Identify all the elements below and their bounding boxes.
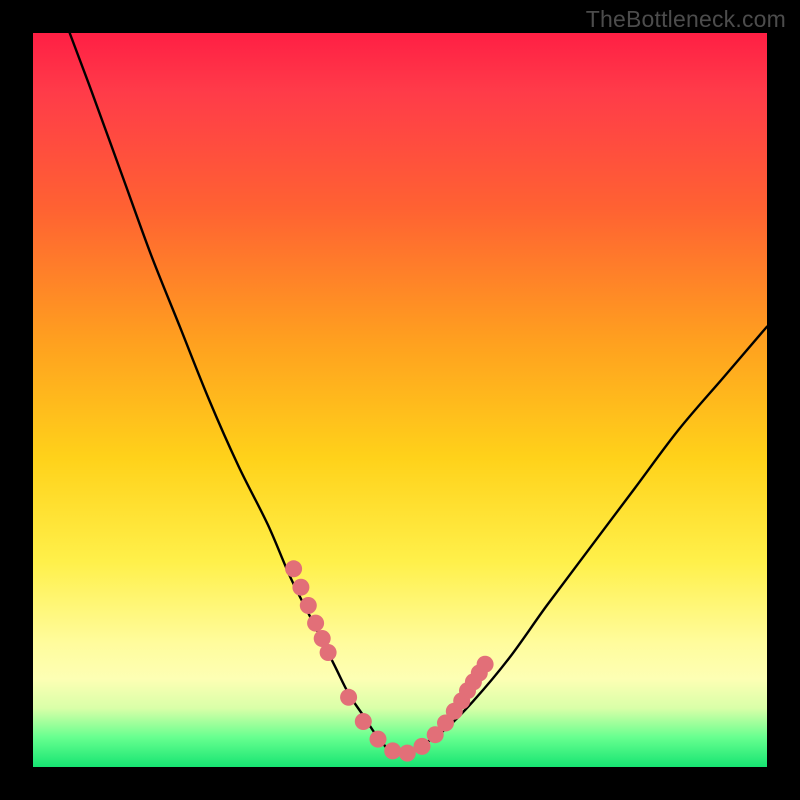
highlight-dot	[320, 644, 337, 661]
highlight-dot	[414, 738, 431, 755]
highlight-dot	[399, 745, 416, 762]
highlight-dot	[384, 742, 401, 759]
plot-area	[33, 33, 767, 767]
highlight-dot	[340, 689, 357, 706]
highlight-dot	[292, 579, 309, 596]
highlight-dots	[285, 560, 494, 761]
highlight-dot	[285, 560, 302, 577]
highlight-dot	[355, 713, 372, 730]
watermark-text: TheBottleneck.com	[586, 6, 786, 33]
highlight-dot	[307, 615, 324, 632]
highlight-dot	[300, 597, 317, 614]
chart-svg	[33, 33, 767, 767]
highlight-dot	[477, 656, 494, 673]
bottleneck-curve	[70, 33, 767, 754]
frame: TheBottleneck.com	[0, 0, 800, 800]
highlight-dot	[370, 731, 387, 748]
